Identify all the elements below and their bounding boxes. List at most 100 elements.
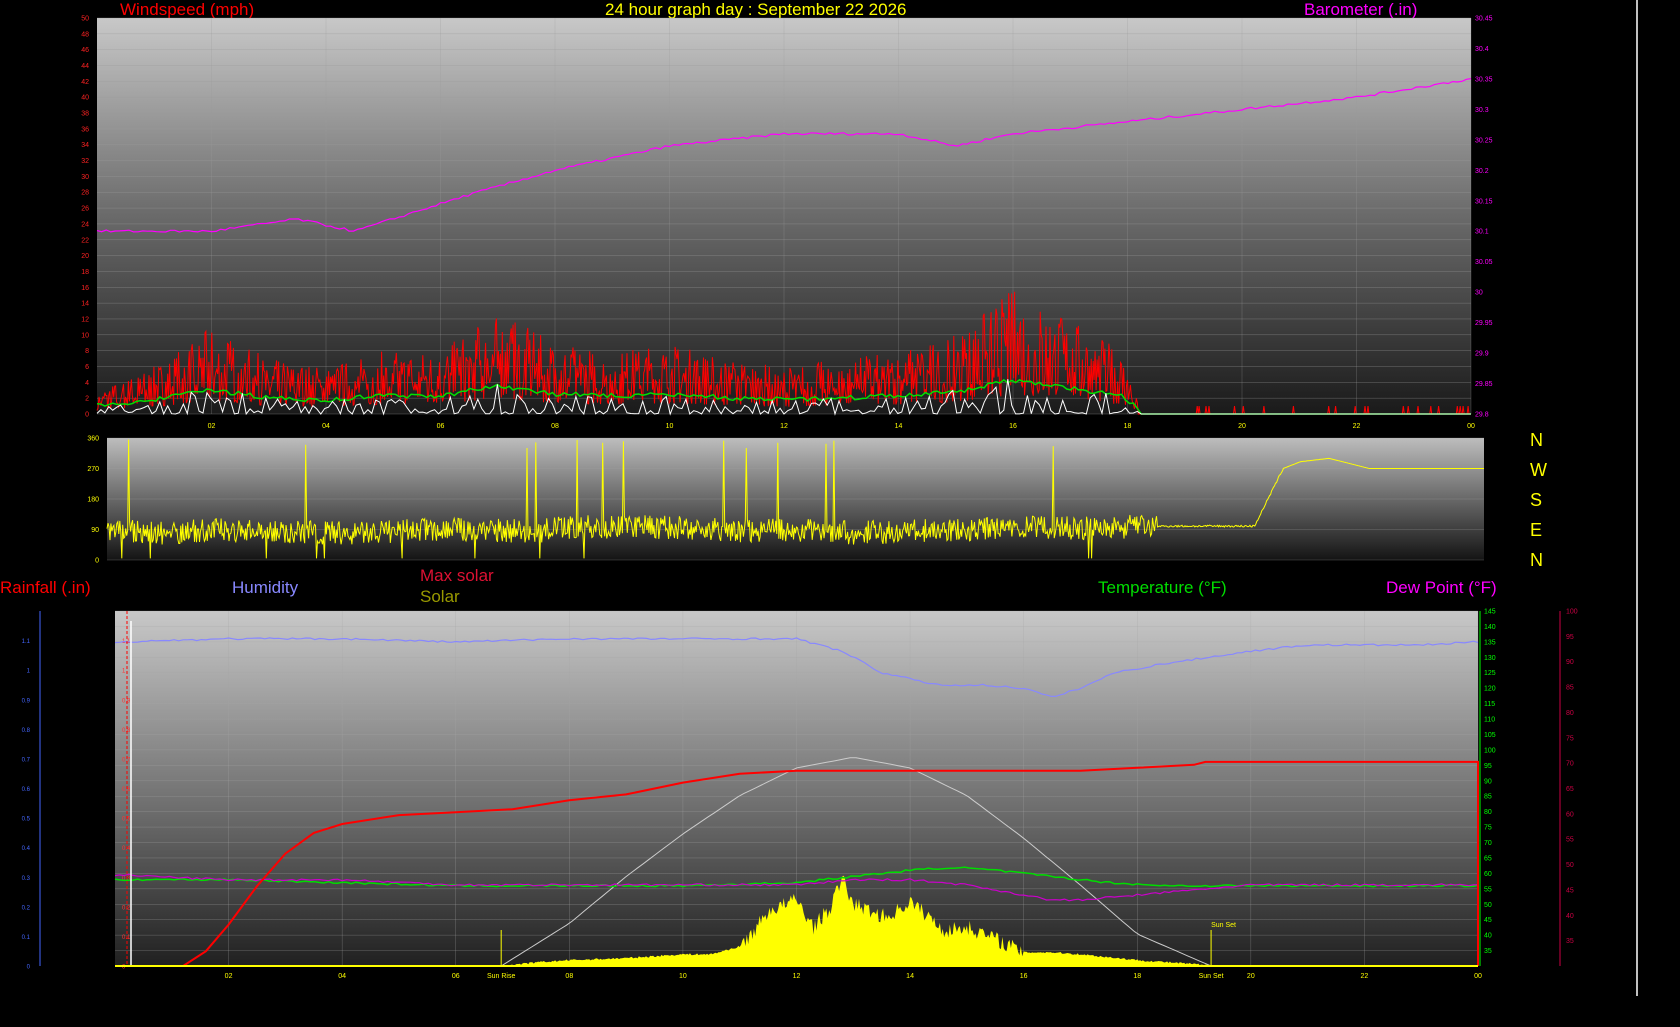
barometer-tick-label: 29.95 xyxy=(1475,320,1493,327)
windspeed-tick-label: 38 xyxy=(81,111,89,118)
temperature-tick-label: 105 xyxy=(1484,732,1496,739)
dew-point-tick-label: 65 xyxy=(1566,786,1574,793)
dew-point-tick-label: 60 xyxy=(1566,811,1574,818)
wind-x-tick-label: 18 xyxy=(1124,423,1132,430)
barometer-tick-label: 30.3 xyxy=(1475,107,1489,114)
dew-point-tick-label: 70 xyxy=(1566,761,1574,768)
windspeed-tick-label: 4 xyxy=(85,380,89,387)
temperature-tick-label: 120 xyxy=(1484,686,1496,693)
lower-x-tick-label: 16 xyxy=(1020,973,1028,980)
wind-x-tick-label: 00 xyxy=(1467,423,1475,430)
barometer-tick-label: 29.8 xyxy=(1475,412,1489,419)
windspeed-tick-label: 12 xyxy=(81,316,89,323)
lower-x-tick-label: 12 xyxy=(793,973,801,980)
rainfall-outer-tick-label: 0.1 xyxy=(22,935,31,941)
windspeed-tick-label: 48 xyxy=(81,31,89,38)
windspeed-tick-label: 8 xyxy=(85,348,89,355)
wind-x-tick-label: 08 xyxy=(551,423,559,430)
temperature-tick-label: 80 xyxy=(1484,809,1492,816)
windspeed-tick-label: 18 xyxy=(81,269,89,276)
wind-x-tick-label: 06 xyxy=(437,423,445,430)
windspeed-tick-label: 40 xyxy=(81,95,89,102)
temperature-tick-label: 115 xyxy=(1484,701,1495,708)
lower-x-tick-label: 02 xyxy=(225,973,233,980)
windspeed-tick-label: 2 xyxy=(85,396,89,403)
rainfall-outer-tick-label: 0.6 xyxy=(22,787,31,793)
windspeed-tick-label: 34 xyxy=(81,142,89,149)
rainfall-outer-tick-label: 0.7 xyxy=(22,757,31,763)
wind-x-tick-label: 14 xyxy=(895,423,903,430)
temperature-tick-label: 40 xyxy=(1484,933,1492,940)
dew-point-tick-label: 35 xyxy=(1566,938,1574,945)
windspeed-tick-label: 16 xyxy=(81,285,89,292)
temperature-tick-label: 55 xyxy=(1484,886,1492,893)
rainfall-outer-tick-label: 0.9 xyxy=(22,698,31,704)
rainfall-outer-tick-label: 1 xyxy=(27,669,31,675)
barometer-tick-label: 30.1 xyxy=(1475,229,1489,236)
wind-x-tick-label: 22 xyxy=(1353,423,1361,430)
barometer-tick-label: 30.2 xyxy=(1475,168,1489,175)
direction-tick-label: 180 xyxy=(87,497,99,504)
temperature-tick-label: 60 xyxy=(1484,871,1492,878)
wind-x-tick-label: 10 xyxy=(666,423,674,430)
temperature-tick-label: 125 xyxy=(1484,670,1496,677)
windspeed-tick-label: 20 xyxy=(81,253,89,260)
rainfall-outer-tick-label: 0.8 xyxy=(22,728,31,734)
barometer-tick-label: 30.45 xyxy=(1475,16,1493,23)
temperature-tick-label: 130 xyxy=(1484,655,1496,662)
rainfall-outer-tick-label: 0 xyxy=(27,965,31,971)
rainfall-outer-tick-label: 1.1 xyxy=(22,639,31,645)
temperature-tick-label: 65 xyxy=(1484,855,1492,862)
windspeed-tick-label: 42 xyxy=(81,79,89,86)
barometer-tick-label: 30.35 xyxy=(1475,76,1493,83)
temperature-tick-label: 135 xyxy=(1484,639,1496,646)
wind-x-tick-label: 20 xyxy=(1238,423,1246,430)
lower-x-tick-label: 18 xyxy=(1133,973,1141,980)
windspeed-tick-label: 14 xyxy=(81,301,89,308)
barometer-tick-label: 29.85 xyxy=(1475,381,1493,388)
direction-tick-label: 270 xyxy=(87,466,99,473)
sunrise-label: Sun Rise xyxy=(487,973,516,980)
dew-point-tick-label: 90 xyxy=(1566,659,1574,666)
dew-point-tick-label: 100 xyxy=(1566,609,1578,616)
dew-point-tick-label: 45 xyxy=(1566,887,1574,894)
temperature-tick-label: 90 xyxy=(1484,778,1492,785)
barometer-tick-label: 30.05 xyxy=(1475,259,1493,266)
temperature-tick-label: 145 xyxy=(1484,609,1496,616)
dew-point-tick-label: 40 xyxy=(1566,913,1574,920)
dew-point-tick-label: 80 xyxy=(1566,710,1574,717)
temperature-tick-label: 45 xyxy=(1484,917,1492,924)
lower-x-tick-label: 08 xyxy=(565,973,573,980)
direction-tick-label: 0 xyxy=(95,558,99,565)
barometer-tick-label: 30 xyxy=(1475,290,1483,297)
direction-tick-label: 360 xyxy=(87,436,99,443)
rainfall-outer-tick-label: 0.5 xyxy=(22,817,31,823)
lower-x-tick-label: 20 xyxy=(1247,973,1255,980)
barometer-tick-label: 30.25 xyxy=(1475,137,1493,144)
direction-tick-label: 90 xyxy=(91,527,99,534)
wind-x-tick-label: 16 xyxy=(1009,423,1017,430)
windspeed-tick-label: 44 xyxy=(81,63,89,70)
windspeed-tick-label: 10 xyxy=(81,332,89,339)
wind-x-tick-label: 04 xyxy=(322,423,330,430)
lower-x-tick-label: 14 xyxy=(906,973,914,980)
rainfall-outer-tick-label: 0.3 xyxy=(22,876,31,882)
weather-graph-canvas: 0246810121416182022242628303234363840424… xyxy=(22,0,1638,996)
rainfall-outer-tick-label: 0.2 xyxy=(22,905,31,911)
windspeed-tick-label: 0 xyxy=(85,412,89,419)
lower-x-tick-label: 00 xyxy=(1474,973,1482,980)
dew-point-tick-label: 75 xyxy=(1566,735,1574,742)
temperature-tick-label: 75 xyxy=(1484,825,1492,832)
lower-x-tick-label: 06 xyxy=(452,973,460,980)
temperature-tick-label: 140 xyxy=(1484,624,1496,631)
windspeed-tick-label: 22 xyxy=(81,237,89,244)
windspeed-tick-label: 24 xyxy=(81,221,89,228)
windspeed-tick-label: 28 xyxy=(81,190,89,197)
lower-x-tick-label: 04 xyxy=(338,973,346,980)
dew-point-tick-label: 85 xyxy=(1566,685,1574,692)
barometer-tick-label: 30.4 xyxy=(1475,46,1489,53)
barometer-tick-label: 30.15 xyxy=(1475,198,1493,205)
sunset-label: Sun Set xyxy=(1199,973,1224,980)
windspeed-tick-label: 6 xyxy=(85,364,89,371)
temperature-tick-label: 100 xyxy=(1484,747,1496,754)
